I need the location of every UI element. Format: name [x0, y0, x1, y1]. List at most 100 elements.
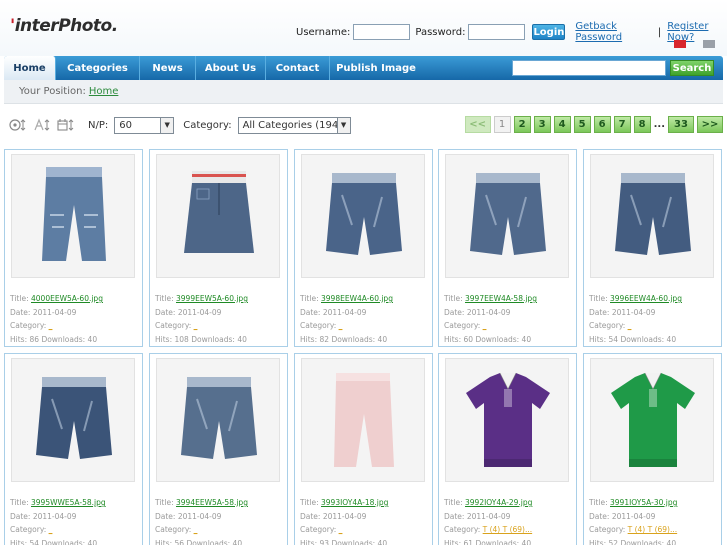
product-thumbnail[interactable] — [445, 358, 569, 482]
image-category-link[interactable]: _ — [194, 525, 198, 534]
image-downloads: 40 — [87, 538, 98, 545]
garment-image — [446, 359, 568, 481]
garment-image — [157, 155, 279, 277]
breadcrumb-prefix: Your Position: — [19, 86, 86, 97]
login-button[interactable]: Login — [532, 24, 566, 40]
title-label: Title: — [155, 498, 174, 507]
image-card[interactable]: Title: 3991IOY5A-30.jpg Date: 2011-04-09 C… — [583, 353, 722, 545]
product-thumbnail[interactable] — [301, 154, 425, 278]
image-meta: Title: 3994EEW5A-58.jpg Date: 2011-04-09 C… — [155, 496, 248, 545]
image-category-link[interactable]: T (4) T (69)... — [628, 525, 678, 534]
site-logo[interactable]: 'interPhoto. — [10, 16, 118, 36]
hits-label: Hits: — [589, 334, 607, 344]
pager-page-3[interactable]: 3 — [533, 116, 551, 133]
search-input[interactable] — [512, 60, 666, 76]
product-thumbnail[interactable] — [156, 154, 280, 278]
image-card[interactable]: Title: 3993IOY4A-18.jpg Date: 2011-04-09 C… — [294, 353, 433, 545]
sort-by-name-icon[interactable] — [32, 117, 52, 133]
nav-contact[interactable]: Contact — [266, 56, 330, 80]
pager-page-33[interactable]: 33 — [668, 116, 694, 133]
image-date: 2011-04-09 — [466, 511, 511, 521]
garment-image — [591, 359, 713, 481]
per-page-value: 60 — [119, 119, 132, 131]
image-title-link[interactable]: 3993IOY4A-18.jpg — [321, 498, 388, 507]
chevron-down-icon: ▼ — [160, 117, 174, 133]
pager-page-2[interactable]: 2 — [513, 116, 531, 133]
image-category-link[interactable]: _ — [483, 321, 487, 330]
hits-label: Hits: — [444, 538, 462, 545]
image-card[interactable]: Title: 3998EEW4A-60.jpg Date: 2011-04-09 C… — [294, 149, 433, 347]
date-label: Date: — [10, 307, 31, 317]
breadcrumb: Your Position: Home — [4, 80, 723, 104]
image-card[interactable]: Title: 3992IOY4A-29.jpg Date: 2011-04-09 C… — [438, 353, 577, 545]
breadcrumb-home-link[interactable]: Home — [89, 86, 119, 97]
date-label: Date: — [155, 307, 176, 317]
site-header: 'interPhoto. Username: Password: Login G… — [0, 0, 727, 56]
image-category-link[interactable]: _ — [49, 321, 53, 330]
image-category-link[interactable]: _ — [49, 525, 53, 534]
downloads-label: Downloads: — [331, 538, 376, 545]
image-card[interactable]: Title: 3996EEW4A-60.jpg Date: 2011-04-09 C… — [583, 149, 722, 347]
per-page-select[interactable]: 60 ▼ — [114, 116, 175, 134]
image-category-link[interactable]: _ — [339, 525, 343, 534]
product-thumbnail[interactable] — [445, 154, 569, 278]
image-title-link[interactable]: 3992IOY4A-29.jpg — [465, 498, 532, 507]
username-input[interactable] — [353, 24, 411, 40]
nav-categories[interactable]: Categories — [56, 56, 140, 80]
image-category-link[interactable]: _ — [194, 321, 198, 330]
english-flag-icon[interactable] — [703, 40, 715, 48]
getback-password-link[interactable]: Getback Password — [575, 21, 652, 43]
image-downloads: 40 — [521, 538, 532, 545]
pager-page-7[interactable]: 7 — [613, 116, 631, 133]
image-title-link[interactable]: 3995WWE5A-58.jpg — [31, 498, 106, 507]
image-title-link[interactable]: 3994EEW5A-58.jpg — [176, 498, 248, 507]
image-card[interactable]: Title: 3999EEW5A-60.jpg Date: 2011-04-09 C… — [149, 149, 288, 347]
search-button[interactable]: Search — [670, 60, 714, 76]
image-card[interactable]: Title: 4000EEW5A-60.jpg Date: 2011-04-09 C… — [4, 149, 143, 347]
product-thumbnail[interactable] — [590, 358, 714, 482]
title-label: Title: — [300, 498, 319, 507]
category-select[interactable]: All Categories (1943) ▼ — [237, 116, 351, 134]
garment-image — [591, 155, 713, 277]
pager-page-8[interactable]: 8 — [633, 116, 651, 133]
chinese-flag-icon[interactable] — [674, 40, 686, 48]
image-title-link[interactable]: 3997EEW4A-58.jpg — [465, 294, 537, 303]
image-category-link[interactable]: T (4) T (69)... — [483, 525, 533, 534]
downloads-label: Downloads: — [41, 334, 86, 344]
image-meta: Title: 3991IOY5A-30.jpg Date: 2011-04-09 C… — [589, 496, 677, 545]
image-category-link[interactable]: _ — [628, 321, 632, 330]
image-title-link[interactable]: 4000EEW5A-60.jpg — [31, 294, 103, 303]
nav-news[interactable]: News — [140, 56, 196, 80]
image-title-link[interactable]: 3991IOY5A-30.jpg — [610, 498, 677, 507]
nav-publish-image[interactable]: Publish Image — [330, 56, 422, 80]
password-input[interactable] — [468, 24, 526, 40]
product-thumbnail[interactable] — [590, 154, 714, 278]
product-thumbnail[interactable] — [301, 358, 425, 482]
product-thumbnail[interactable] — [156, 358, 280, 482]
nav-about-us[interactable]: About Us — [196, 56, 266, 80]
pager-page-5[interactable]: 5 — [573, 116, 591, 133]
image-hits: 108 — [174, 334, 189, 344]
garment-image — [302, 359, 424, 481]
title-label: Title: — [155, 294, 174, 303]
title-label: Title: — [444, 294, 463, 303]
pager-prev[interactable]: << — [464, 116, 491, 133]
pager-page-6[interactable]: 6 — [593, 116, 611, 133]
sort-by-date-icon[interactable] — [56, 117, 76, 133]
pager-next[interactable]: >> — [697, 116, 723, 133]
pager-page-4[interactable]: 4 — [553, 116, 571, 133]
image-card[interactable]: Title: 3994EEW5A-58.jpg Date: 2011-04-09 C… — [149, 353, 288, 545]
image-title-link[interactable]: 3996EEW4A-60.jpg — [610, 294, 682, 303]
sort-by-views-icon[interactable] — [8, 117, 28, 133]
image-card[interactable]: Title: 3997EEW4A-58.jpg Date: 2011-04-09 C… — [438, 149, 577, 347]
pager-ellipsis: ... — [653, 119, 665, 130]
image-title-link[interactable]: 3999EEW5A-60.jpg — [176, 294, 248, 303]
image-category-link[interactable]: _ — [339, 321, 343, 330]
category-label: Category: — [155, 525, 192, 534]
image-card[interactable]: Title: 3995WWE5A-58.jpg Date: 2011-04-09 C… — [4, 353, 143, 545]
pagination: << 1 2 3 4 5 6 7 8 ... 33 >> — [462, 116, 723, 133]
product-thumbnail[interactable] — [11, 154, 135, 278]
nav-home[interactable]: Home — [4, 56, 56, 80]
product-thumbnail[interactable] — [11, 358, 135, 482]
image-title-link[interactable]: 3998EEW4A-60.jpg — [321, 294, 393, 303]
